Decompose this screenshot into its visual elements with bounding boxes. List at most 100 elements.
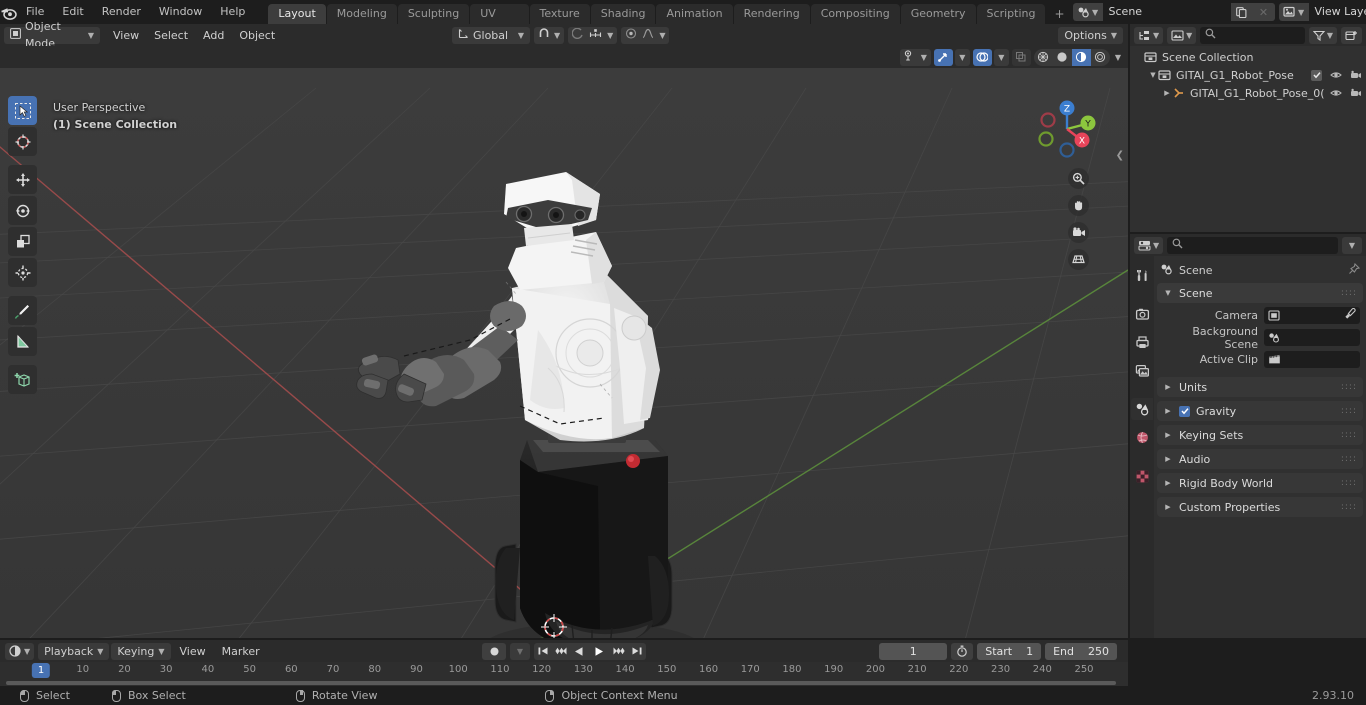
auto-keying-record-icon[interactable] [482,642,506,660]
panel-header-audio[interactable]: ▶ Audio:::: [1157,449,1363,469]
outliner-row-0[interactable]: Scene Collection [1130,48,1366,66]
unlink-scene-icon[interactable]: ✕ [1252,3,1275,21]
menu-render[interactable]: Render [93,3,150,21]
outliner-expand-toggle-2[interactable]: ▶ [1162,89,1172,97]
panel-header-scene[interactable]: ▼ Scene :::: [1157,283,1363,303]
scene-field-input-1[interactable] [1264,329,1360,346]
outliner-filter-icon[interactable]: ▼ [1308,26,1337,44]
rendered-shading-icon[interactable] [1091,49,1110,66]
interaction-mode-dropdown[interactable]: Object Mode ▼ [4,20,100,50]
annotate-tool[interactable] [8,296,37,325]
play-button[interactable] [588,643,610,660]
zoom-icon[interactable] [1068,168,1089,189]
drag-dots-icon[interactable]: :::: [1341,478,1357,488]
viewport-menu-add[interactable]: Add [196,27,231,44]
wireframe-shading-icon[interactable] [1034,49,1053,66]
outliner-filter-id-icon[interactable]: ▼ [1167,26,1197,44]
jump-to-next-keyframe-button[interactable] [610,643,628,660]
properties-editor-icon[interactable]: ▼ [1134,236,1164,254]
scale-tool[interactable] [8,227,37,256]
hide-in-viewport-icon-1[interactable] [1330,70,1342,80]
gizmo-icon[interactable] [933,48,953,66]
view-layer-name-field[interactable]: View Layer [1308,3,1366,21]
camera-view-icon[interactable] [1068,222,1089,243]
end-frame-value[interactable]: 250 [1088,645,1109,658]
tweak-select-box-tool[interactable] [8,96,37,125]
outliner-search-input[interactable] [1200,26,1305,44]
workspace-tab-rendering[interactable]: Rendering [733,4,810,24]
eyedropper-icon[interactable] [1344,308,1356,323]
output-properties-tab[interactable] [1131,331,1153,353]
new-collection-icon[interactable] [1341,26,1362,44]
new-scene-icon[interactable] [1230,3,1253,21]
drag-dots-icon[interactable]: :::: [1341,382,1357,392]
falloff-dropdown[interactable]: ▼ [621,26,670,44]
workspace-tab-sculpting[interactable]: Sculpting [397,4,470,24]
cursor-tool[interactable] [8,127,37,156]
workspace-tab-layout[interactable]: Layout [268,4,326,24]
outliner-display-mode-icon[interactable]: ▼ [1134,26,1164,44]
properties-editor[interactable]: ▼ ▼ Scene ▼ Scene:::: Camera Background… [1130,234,1366,638]
proportional-editing-toggle[interactable]: ▼ [568,26,618,44]
drag-dots-icon[interactable]: :::: [1341,406,1357,416]
scene-selector[interactable]: ▼ Scene ✕ [1072,3,1275,21]
toggle-orthographic-icon[interactable] [1068,249,1089,270]
view-layer-selector[interactable]: ▼ View Layer ✕ [1278,3,1366,21]
menu-help[interactable]: Help [211,3,254,21]
frame-range-fields[interactable]: Start 1 [977,642,1042,660]
viewport-menu-view[interactable]: View [106,27,146,44]
jump-to-prev-keyframe-button[interactable] [552,643,570,660]
transform-tool[interactable] [8,258,37,287]
viewport-menu-select[interactable]: Select [147,27,195,44]
panel-header-gravity[interactable]: ▶ Gravity:::: [1157,401,1363,421]
jump-to-end-button[interactable] [628,643,646,660]
workspace-tab-animation[interactable]: Animation [656,4,733,24]
drag-dots-icon[interactable]: :::: [1341,454,1357,464]
auto-keying-dropdown[interactable]: ▼ [510,642,530,660]
transform-orientation-dropdown[interactable]: Global ▼ [452,26,530,44]
blender-logo-icon[interactable] [0,0,17,24]
outliner-editor[interactable]: ▼ ▼ ▼ Scene Collection ▼ GITAI_G1_Robot_Po… [1130,24,1366,232]
overlays-toggle[interactable]: ▼ [972,48,1009,66]
timeline-menu-playback[interactable]: Playback ▼ [38,642,110,660]
viewport-canvas[interactable]: User Perspective (1) Scene Collection Z … [0,68,1128,638]
workspace-tab-texture-paint[interactable]: Texture Paint [529,4,590,40]
properties-options-dropdown[interactable]: ▼ [1342,236,1362,254]
material-preview-shading-icon[interactable] [1071,48,1091,66]
workspace-tab-geometry-nodes[interactable]: Geometry Nodes [900,4,976,40]
properties-search-input[interactable] [1167,236,1338,254]
view-layer-icon[interactable]: ▼ [1278,3,1309,21]
outliner-expand-toggle-1[interactable]: ▼ [1148,71,1158,79]
disable-in-renders-icon-2[interactable] [1350,88,1362,98]
panel-header-units[interactable]: ▶ Units:::: [1157,377,1363,397]
workspace-tab-uv-editing[interactable]: UV Editing [470,4,529,40]
solid-shading-icon[interactable] [1053,49,1072,66]
rotate-tool[interactable] [8,196,37,225]
texture-properties-tab[interactable] [1131,465,1153,487]
playhead[interactable]: 1 [31,663,51,678]
hide-in-viewport-icon-2[interactable] [1330,88,1342,98]
drag-dots-icon[interactable]: :::: [1341,288,1357,298]
viewport-options-dropdown[interactable]: Options ▼ [1058,26,1123,44]
scene-icon[interactable]: ▼ [1072,3,1103,21]
gizmo-toggle[interactable]: ▼ [933,48,970,66]
workspace-tab-compositing[interactable]: Compositing [810,4,900,24]
timeline-menu-marker[interactable]: Marker [215,643,267,660]
object-types-visibility-dropdown[interactable]: ▼ [899,48,931,66]
move-tool[interactable] [8,165,37,194]
view-layer-properties-tab[interactable] [1131,359,1153,381]
viewport-menu-object[interactable]: Object [232,27,282,44]
add-cube-tool[interactable] [8,365,37,394]
exclude-checkbox-1[interactable] [1311,69,1322,81]
panel-header-keying-sets[interactable]: ▶ Keying Sets:::: [1157,425,1363,445]
view-axis-gizmo[interactable]: Z Y X [1034,96,1100,162]
timeline-menu-view[interactable]: View [173,643,213,660]
start-frame-value[interactable]: 1 [1026,645,1033,658]
scene-properties-tab[interactable] [1131,398,1153,420]
timeline-editor[interactable]: ▼ Playback ▼ Keying ▼ View Marker ▼ 1 Start 1 [0,640,1128,686]
snap-magnet-toggle[interactable]: ▼ [534,26,565,44]
current-frame-field[interactable]: 1 [879,642,948,660]
panel-header-rigid-body-world[interactable]: ▶ Rigid Body World:::: [1157,473,1363,493]
menu-window[interactable]: Window [150,3,211,21]
workspace-tab-modeling[interactable]: Modeling [326,4,397,24]
